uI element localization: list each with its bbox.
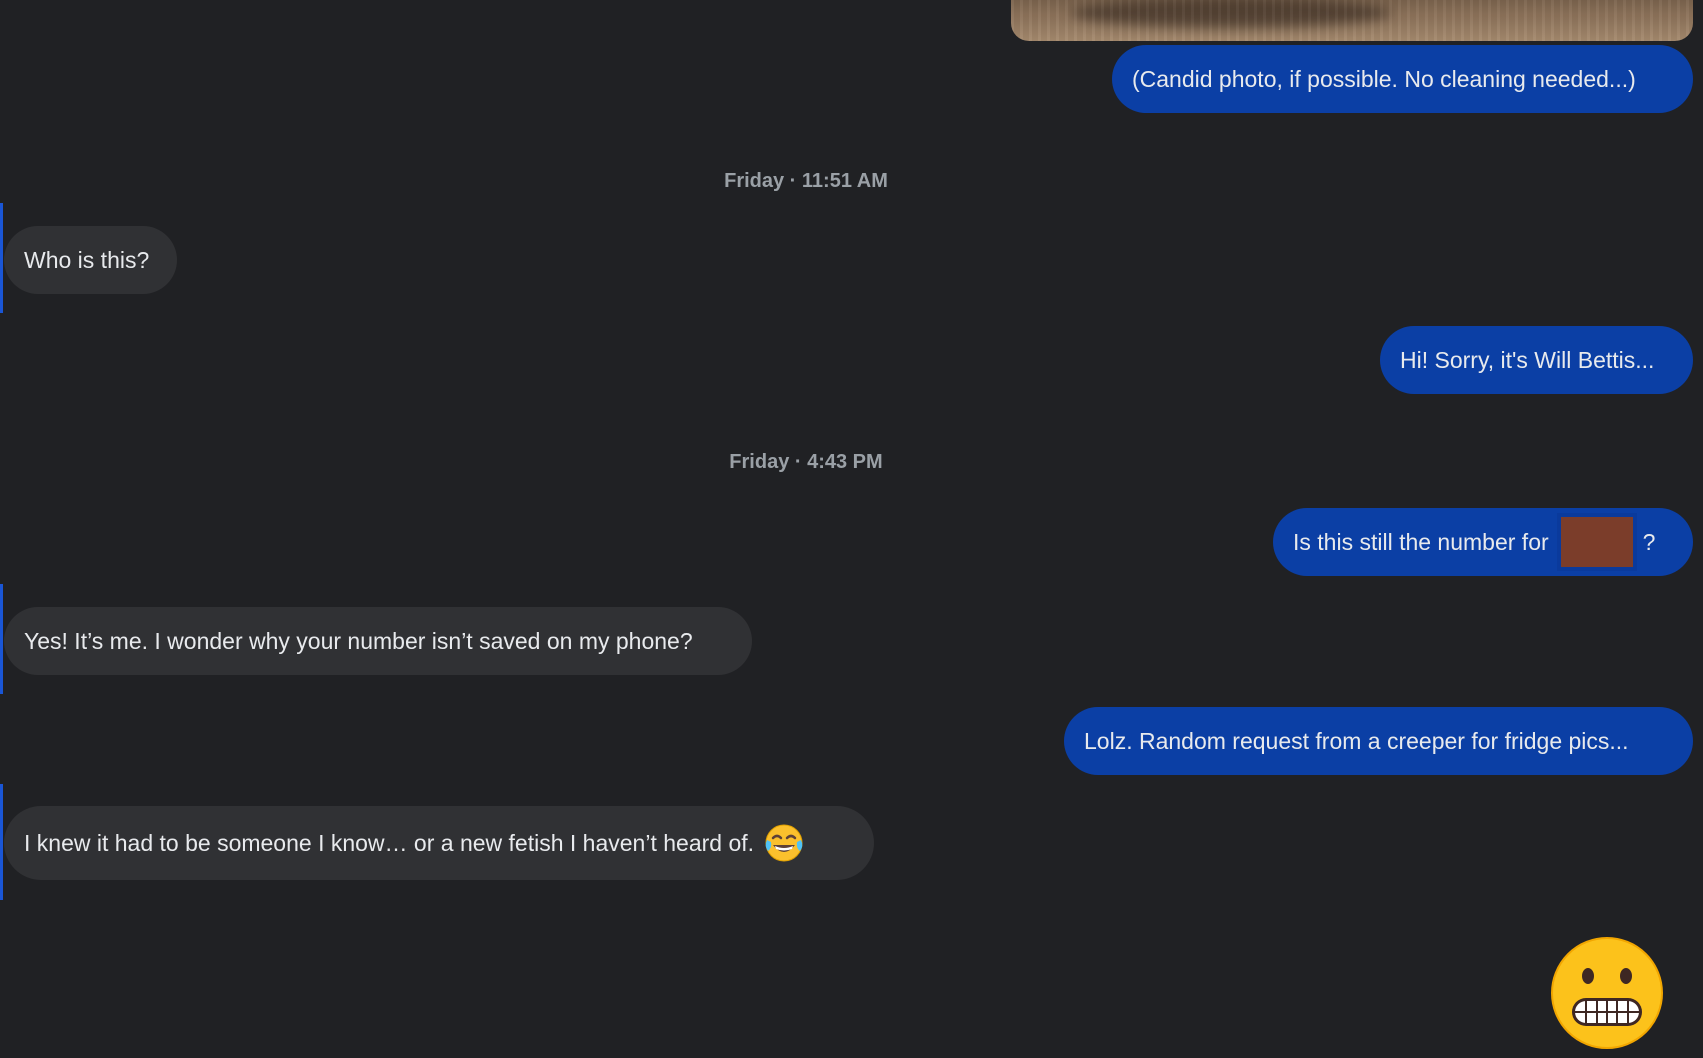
message-text-end: ? — [1642, 528, 1656, 555]
incoming-group-indicator — [0, 784, 3, 900]
grimacing-face-icon — [1551, 937, 1663, 1049]
outgoing-message[interactable]: Is this still the number for ? — [1273, 508, 1693, 576]
incoming-group-indicator — [0, 203, 3, 313]
message-text: Who is this? — [24, 246, 150, 273]
message-text: Hi! Sorry, it's Will Bettis... — [1400, 346, 1655, 373]
message-text: Yes! It’s me. I wonder why your number i… — [24, 627, 693, 654]
incoming-message[interactable]: I knew it had to be someone I know… or a… — [4, 806, 874, 880]
incoming-message[interactable]: Who is this? — [4, 226, 177, 294]
message-text: I knew it had to be someone I know… or a… — [24, 829, 755, 856]
outgoing-message[interactable]: Hi! Sorry, it's Will Bettis... — [1380, 326, 1693, 394]
incoming-message[interactable]: Yes! It’s me. I wonder why your number i… — [4, 607, 752, 675]
conversation-thread: (Candid photo, if possible. No cleaning … — [0, 0, 1703, 1058]
timestamp-divider: Friday · 11:51 AM — [724, 170, 888, 192]
outgoing-message[interactable]: Lolz. Random request from a creeper for … — [1064, 707, 1693, 775]
message-text: Lolz. Random request from a creeper for … — [1084, 727, 1629, 754]
message-text: Is this still the number for — [1293, 528, 1549, 555]
photo-attachment[interactable] — [1011, 0, 1693, 41]
outgoing-message[interactable]: (Candid photo, if possible. No cleaning … — [1112, 45, 1693, 113]
incoming-group-indicator — [0, 584, 3, 694]
redacted-name — [1556, 513, 1637, 571]
face-with-tears-of-joy-icon — [765, 824, 803, 862]
message-text: (Candid photo, if possible. No cleaning … — [1132, 65, 1636, 92]
timestamp-divider: Friday · 4:43 PM — [729, 451, 883, 473]
